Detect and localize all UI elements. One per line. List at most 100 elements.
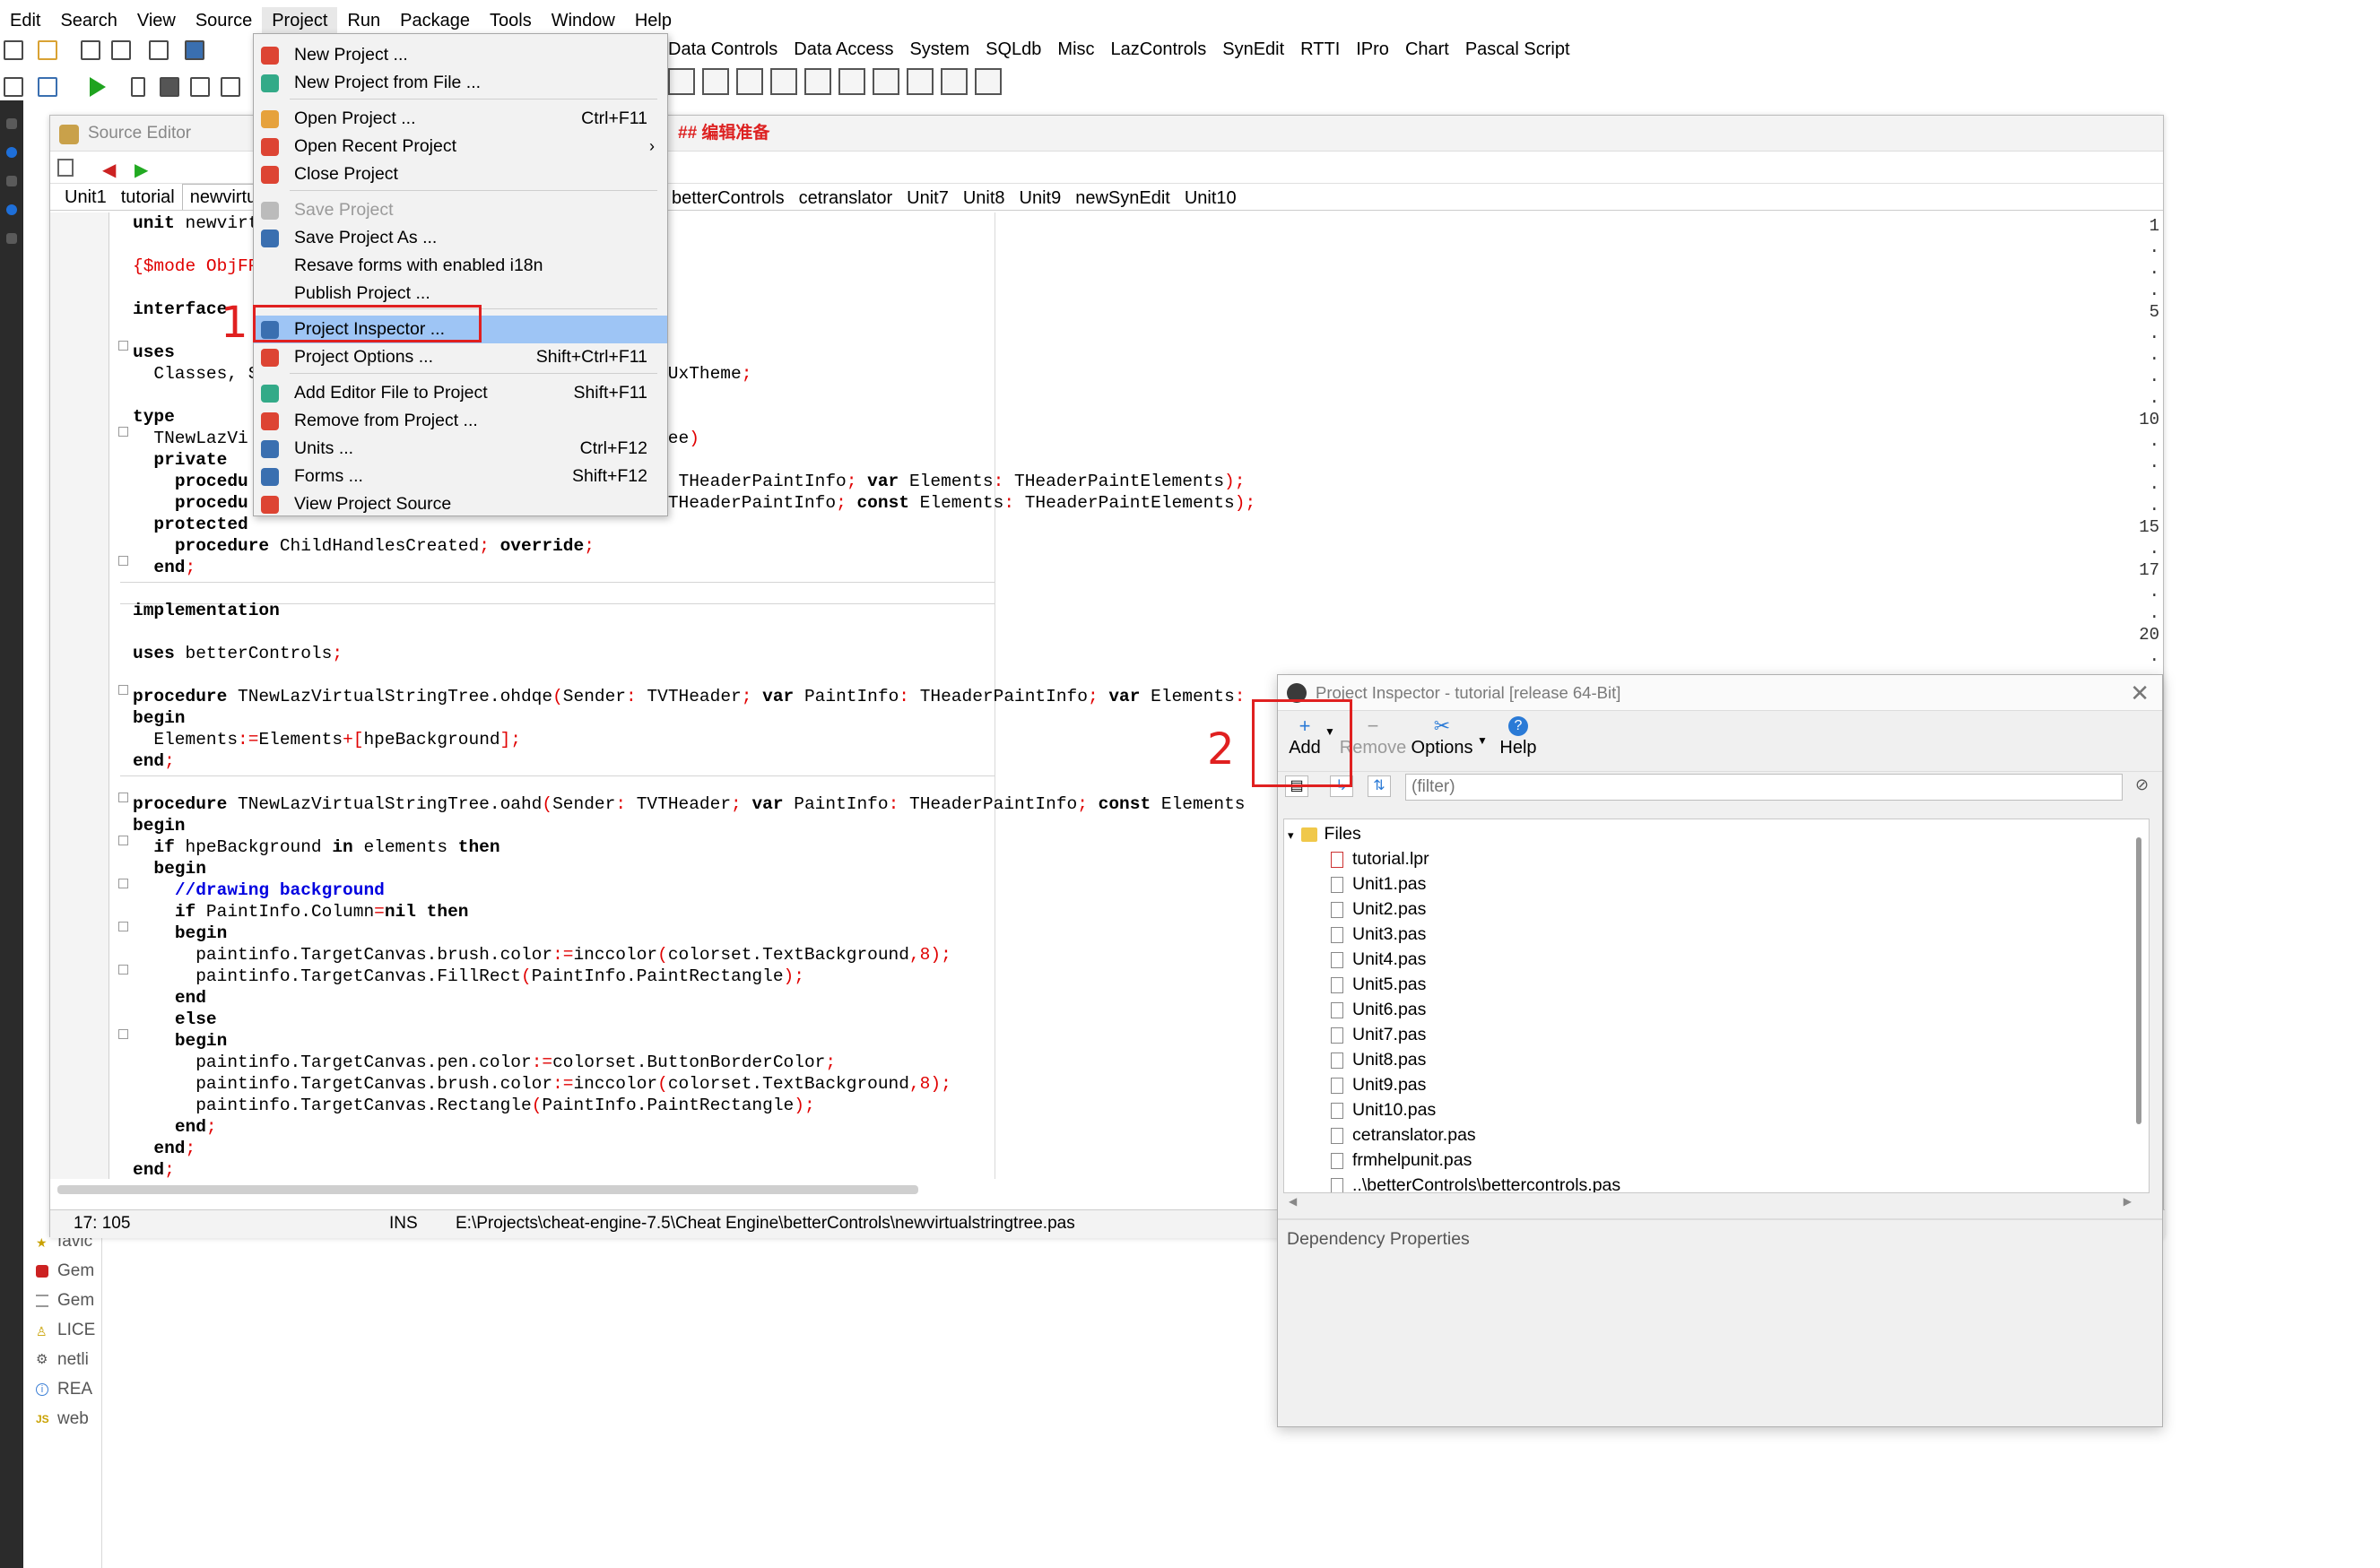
palette-tab[interactable]: LazControls [1111, 39, 1207, 60]
component-icon[interactable] [770, 68, 797, 95]
tree-file-item[interactable]: ..\betterControls\bettercontrols.pas [1331, 1173, 1620, 1192]
menu-item[interactable]: Forms ... Shift+F12 [254, 463, 667, 490]
new-file-icon[interactable] [4, 40, 23, 60]
sort-alpha-icon[interactable]: ⇅ [1368, 775, 1391, 797]
palette-tab[interactable]: Data Controls [668, 39, 777, 60]
clear-filter-icon[interactable]: ⊘ [2135, 775, 2149, 794]
palette-tab[interactable]: RTTI [1300, 39, 1340, 60]
tree-file-item[interactable]: Unit1.pas [1331, 871, 1426, 897]
tree-file-item[interactable]: Unit8.pas [1331, 1047, 1426, 1072]
menu-item[interactable]: Add Editor File to Project Shift+F11 [254, 379, 667, 407]
tree-file-item[interactable]: Unit4.pas [1331, 947, 1426, 972]
menu-item[interactable]: Resave forms with enabled i18n [254, 252, 667, 280]
tree-file-item[interactable]: Unit2.pas [1331, 897, 1426, 922]
menu-window[interactable]: Window [542, 7, 625, 34]
step-into-icon[interactable] [190, 77, 210, 97]
menu-item[interactable]: New Project ... [254, 41, 667, 69]
chevron-down-icon[interactable]: ▼ [1477, 734, 1488, 747]
chevron-down-icon[interactable]: ▾ [1288, 828, 1294, 842]
list-item[interactable]: i REA [36, 1376, 102, 1403]
activity-icon[interactable] [6, 176, 17, 186]
component-icon[interactable] [941, 68, 968, 95]
component-icon[interactable] [838, 68, 865, 95]
palette-tab[interactable]: Chart [1405, 39, 1449, 60]
view-forms-icon[interactable] [185, 40, 204, 60]
run-icon[interactable] [90, 77, 106, 97]
menu-item[interactable]: Save Project As ... [254, 224, 667, 252]
tab-unit7[interactable]: Unit7 [899, 186, 956, 211]
editor-horizontal-scrollbar[interactable] [57, 1185, 918, 1194]
tab-unit8[interactable]: Unit8 [956, 186, 1012, 211]
tab-unit10[interactable]: Unit10 [1177, 186, 1244, 211]
pause-icon[interactable] [131, 77, 145, 97]
menu-item[interactable]: Units ... Ctrl+F12 [254, 435, 667, 463]
back-arrow-icon[interactable]: ◀ [102, 159, 116, 181]
palette-tab[interactable]: Misc [1057, 39, 1094, 60]
list-item[interactable]: ⚙ netli [36, 1347, 102, 1373]
step-over-icon[interactable] [221, 77, 240, 97]
palette-tab[interactable]: Data Access [794, 39, 893, 60]
menu-edit[interactable]: Edit [0, 7, 50, 34]
tree-root-files[interactable]: ▾ Files [1288, 821, 1361, 846]
menu-package[interactable]: Package [390, 7, 480, 34]
menu-item[interactable]: Open Project ... Ctrl+F11 [254, 105, 667, 133]
tree-file-item[interactable]: Unit6.pas [1331, 997, 1426, 1022]
tree-file-item[interactable]: Unit3.pas [1331, 922, 1426, 947]
build-mode-icon[interactable] [38, 77, 57, 97]
tree-file-item[interactable]: Unit7.pas [1331, 1022, 1426, 1047]
menu-run[interactable]: Run [337, 7, 390, 34]
component-icon[interactable] [873, 68, 899, 95]
menu-item[interactable]: New Project from File ... [254, 69, 667, 97]
activity-badge-icon[interactable] [6, 204, 17, 215]
save-all-icon[interactable] [111, 40, 131, 60]
component-icon[interactable] [736, 68, 763, 95]
list-item[interactable]: Gem [36, 1287, 102, 1314]
component-icon[interactable] [804, 68, 831, 95]
list-item[interactable]: Gem [36, 1258, 102, 1285]
palette-tab[interactable]: SQLdb [986, 39, 1041, 60]
menu-project[interactable]: Project [262, 7, 338, 34]
tab-tutorial[interactable]: tutorial [114, 185, 182, 210]
tab-unit9[interactable]: Unit9 [1012, 186, 1069, 211]
tree-file-item[interactable]: Unit5.pas [1331, 972, 1426, 997]
menu-item[interactable]: Open Recent Project › [254, 133, 667, 160]
component-icon[interactable] [668, 68, 695, 95]
tree-horizontal-scrollbar[interactable]: ◀ ▶ [1283, 1195, 2150, 1213]
project-files-tree[interactable]: ▾ Files tutorial.lpr Unit1.pas Unit2.pas Uni… [1283, 819, 2150, 1193]
menu-source[interactable]: Source [186, 7, 262, 34]
tree-file-item[interactable]: tutorial.lpr [1331, 846, 1429, 871]
tab-cetranslator[interactable]: cetranslator [792, 186, 900, 211]
toggle-form-icon[interactable] [149, 40, 169, 60]
list-item[interactable]: JS web [36, 1406, 102, 1433]
menu-item[interactable]: View Project Source [254, 490, 667, 518]
tab-unit1[interactable]: Unit1 [57, 185, 114, 210]
stop-icon[interactable] [160, 77, 179, 97]
activity-badge-icon[interactable] [6, 147, 17, 158]
component-icon[interactable] [975, 68, 1002, 95]
menu-item[interactable]: Close Project [254, 160, 667, 188]
tab-bettercontrols[interactable]: betterControls [664, 186, 792, 211]
help-button[interactable]: ? Help [1493, 713, 1543, 758]
menu-item[interactable]: Project Options ... Shift+Ctrl+F11 [254, 343, 667, 371]
splitter[interactable] [1278, 1218, 2162, 1220]
forward-arrow-icon[interactable]: ▶ [135, 159, 148, 181]
menu-help[interactable]: Help [625, 7, 682, 34]
menu-view[interactable]: View [127, 7, 186, 34]
component-icon[interactable] [702, 68, 729, 95]
toggle-icon[interactable] [4, 77, 23, 97]
palette-tab[interactable]: Pascal Script [1465, 39, 1570, 60]
palette-tab[interactable]: System [909, 39, 969, 60]
tree-vertical-scrollbar[interactable] [2136, 837, 2141, 1124]
open-folder-icon[interactable] [38, 40, 57, 60]
jump-history-icon[interactable] [57, 159, 74, 177]
tree-file-item[interactable]: frmhelpunit.pas [1331, 1148, 1472, 1173]
palette-tab[interactable]: IPro [1356, 39, 1389, 60]
palette-tab[interactable]: SynEdit [1222, 39, 1284, 60]
menu-item[interactable]: Remove from Project ... [254, 407, 667, 435]
close-icon[interactable]: ✕ [2130, 675, 2150, 711]
menu-item[interactable]: Save Project [254, 196, 667, 224]
tab-newsynedit[interactable]: newSynEdit [1068, 186, 1177, 211]
menu-search[interactable]: Search [50, 7, 126, 34]
tree-file-item[interactable]: Unit10.pas [1331, 1097, 1436, 1122]
activity-icon[interactable] [6, 233, 17, 244]
